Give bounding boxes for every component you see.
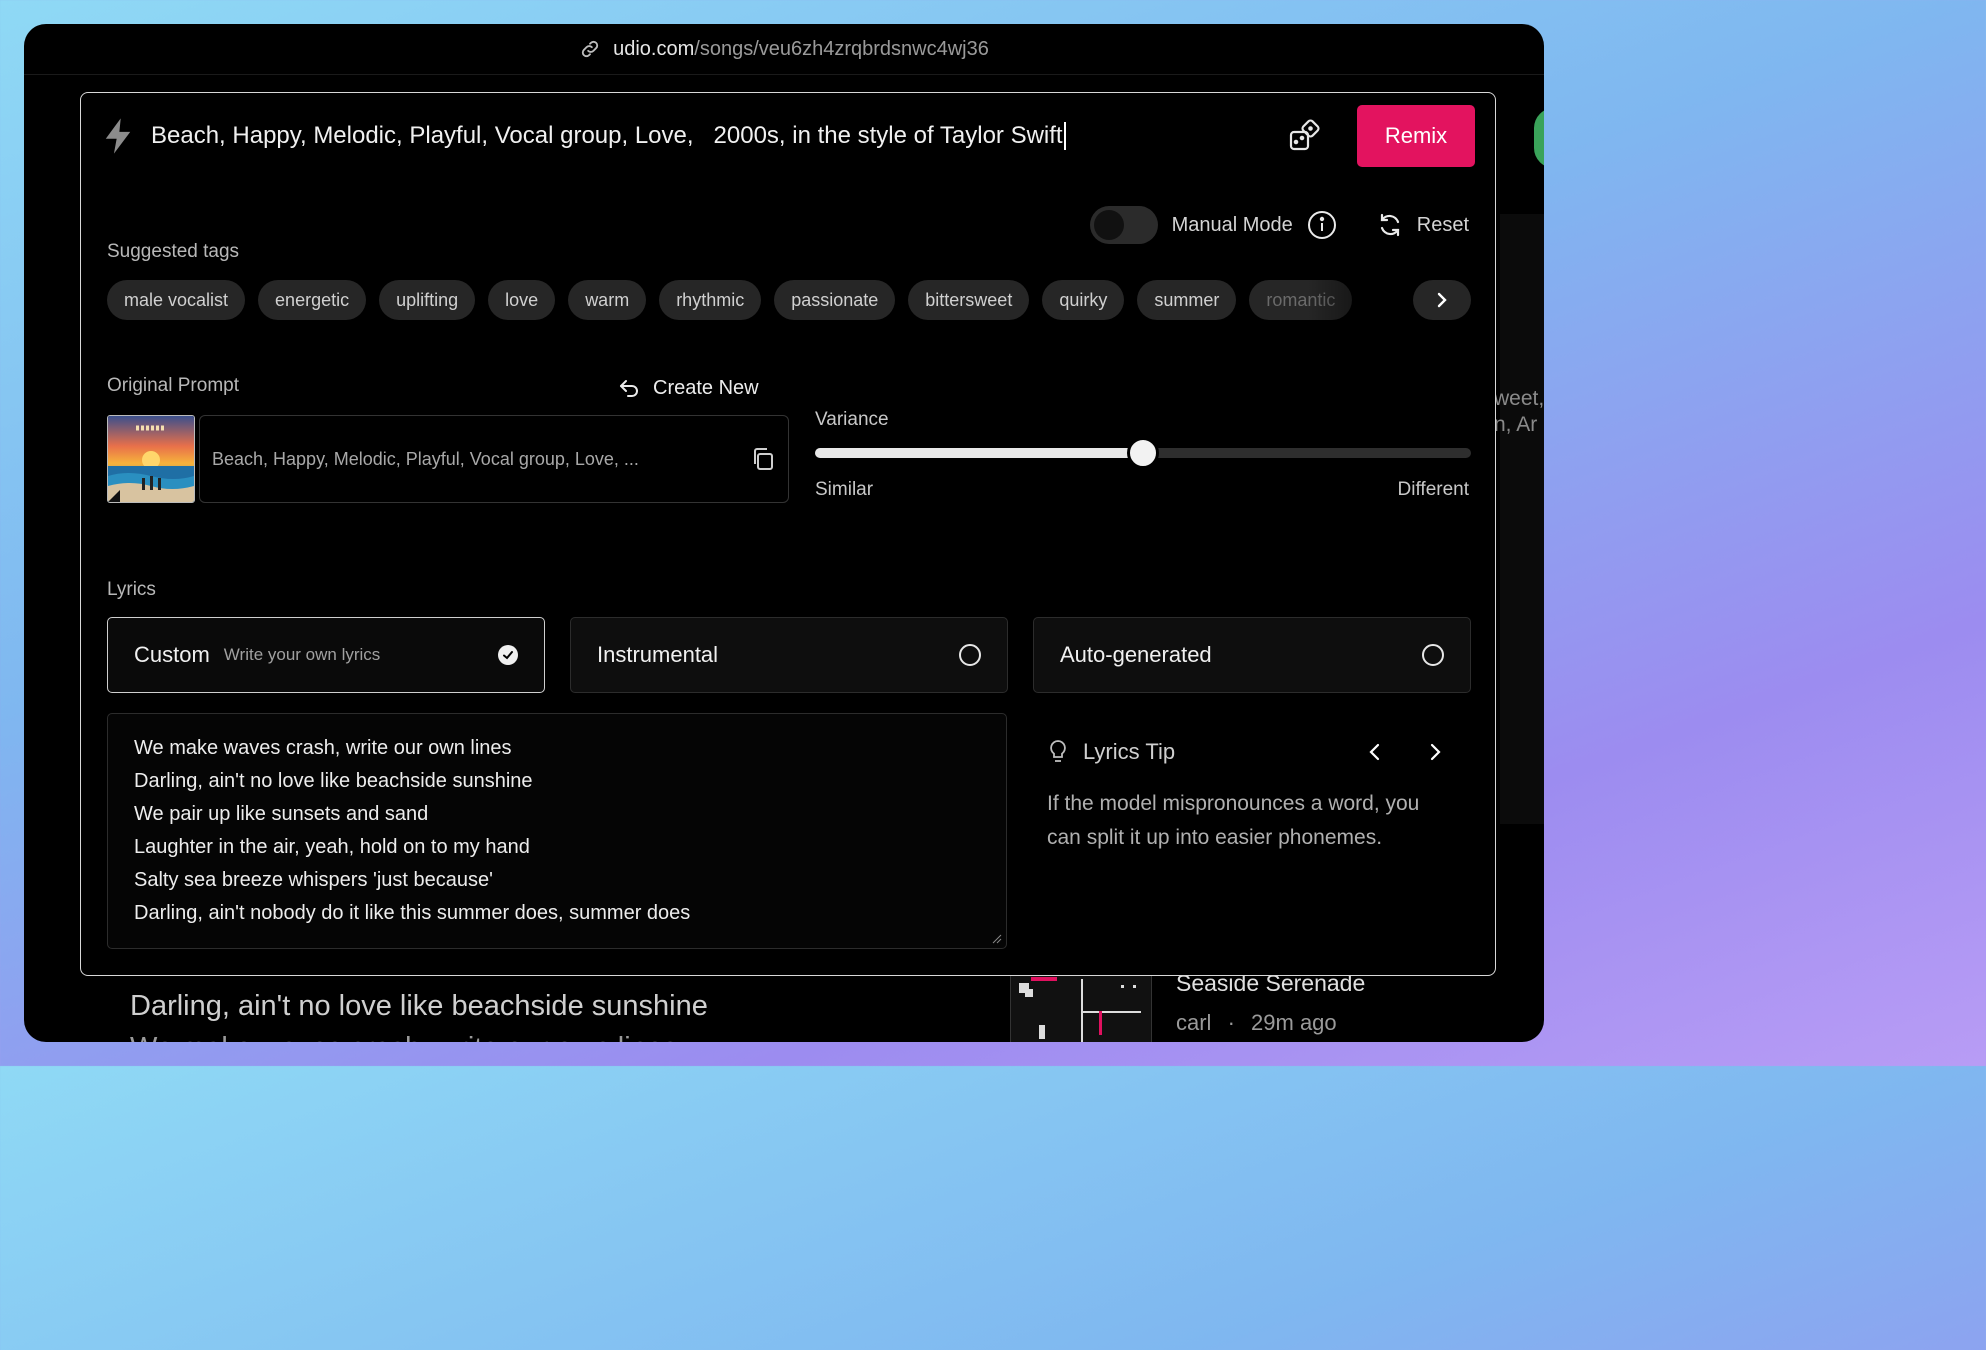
lyrics-line: Darling, ain't no love like beachside su… (134, 770, 533, 792)
suggested-tag[interactable]: rhythmic (659, 280, 762, 320)
create-new-label: Create New (653, 376, 759, 399)
lyrics-textarea[interactable]: We make waves crash, write our own lines… (107, 713, 1007, 949)
lyrics-option-title: Auto-generated (1060, 642, 1212, 667)
create-new-button[interactable]: Create New (617, 376, 759, 400)
background-lyric-line: Darling, ain't no love like beachside su… (130, 990, 708, 1022)
tags-next-button[interactable] (1413, 280, 1471, 320)
chevron-right-icon[interactable] (1423, 740, 1447, 764)
lyrics-label: Lyrics (107, 579, 156, 600)
background-song-thumbnail[interactable] (1010, 974, 1152, 1042)
lyrics-option-custom[interactable]: Custom Write your own lyrics (107, 617, 545, 693)
lightning-icon (105, 118, 131, 154)
lyrics-tip-title: Lyrics Tip (1083, 739, 1176, 764)
link-icon (581, 40, 599, 58)
suggested-tag[interactable]: male vocalist (107, 280, 246, 320)
suggested-tag[interactable]: warm (568, 280, 647, 320)
lyrics-line: We make waves crash, write our own lines (134, 737, 512, 759)
original-song-cover (107, 415, 195, 503)
url-text: udio.com/songs/veu6zh4zrqbrdsnwc4wj36 (613, 38, 989, 61)
background-song-author[interactable]: carl (1176, 1010, 1211, 1035)
suggested-tag[interactable]: passionate (774, 280, 896, 320)
suggested-tag[interactable]: uplifting (379, 280, 476, 320)
original-prompt-box: Beach, Happy, Melodic, Playful, Vocal gr… (199, 415, 789, 503)
lyrics-option-instrumental[interactable]: Instrumental (570, 617, 1008, 693)
mode-controls: Manual Mode Reset (1089, 205, 1469, 245)
variance-max-label: Different (1397, 479, 1469, 500)
variance-label: Variance (815, 409, 889, 430)
original-prompt-text: Beach, Happy, Melodic, Playful, Vocal gr… (212, 448, 639, 469)
suggested-tags-label: Suggested tags (107, 241, 240, 262)
suggested-tag[interactable]: energetic (258, 280, 367, 320)
lyrics-line: We pair up like sunsets and sand (134, 803, 429, 825)
resize-grip-icon[interactable] (992, 934, 1002, 944)
variance-slider[interactable] (815, 437, 1471, 469)
manual-mode-label: Manual Mode (1171, 213, 1293, 236)
check-circle-icon (498, 645, 518, 665)
chevron-left-icon[interactable] (1363, 740, 1387, 764)
remix-button[interactable]: Remix (1357, 105, 1475, 167)
background-song-meta: carl · 29m ago (1176, 1010, 1337, 1036)
chevron-right-icon (1437, 292, 1447, 308)
lyrics-line: Laughter in the air, yeah, hold on to my… (134, 836, 530, 858)
lyrics-tip-body: If the model mispronounces a word, you c… (1047, 792, 1420, 849)
original-prompt-label: Original Prompt (107, 375, 239, 396)
background-side-panel (1500, 214, 1544, 824)
suggested-tag[interactable]: summer (1137, 280, 1237, 320)
suggested-tag[interactable]: bittersweet (908, 280, 1030, 320)
suggested-tag[interactable]: quirky (1042, 280, 1125, 320)
manual-mode-toggle[interactable] (1089, 206, 1158, 244)
variance-slider-thumb[interactable] (1127, 437, 1159, 469)
lyrics-tip-header: Lyrics Tip (1047, 739, 1447, 765)
radio-circle-icon (959, 644, 981, 666)
dice-icon[interactable] (1287, 118, 1323, 154)
text-cursor (1063, 122, 1066, 151)
lightbulb-icon (1050, 740, 1066, 762)
prompt-row: Beach, Happy, Melodic, Playful, Vocal gr… (101, 105, 1475, 167)
lyrics-option-subtitle: Write your own lyrics (223, 645, 381, 664)
remix-modal: Beach, Happy, Melodic, Playful, Vocal gr… (80, 92, 1496, 976)
copy-icon[interactable] (750, 446, 776, 472)
browser-window: udio.com/songs/veu6zh4zrqbrdsnwc4wj36 we… (24, 24, 1544, 1042)
variance-slider-fill (815, 448, 1143, 458)
variance-min-label: Similar (815, 479, 874, 500)
meta-separator: · (1227, 1010, 1235, 1035)
lyrics-option-title: Custom (134, 642, 210, 667)
lyrics-option-title: Instrumental (597, 642, 719, 667)
prompt-input[interactable]: Beach, Happy, Melodic, Playful, Vocal gr… (151, 122, 1287, 151)
background-avatar (1534, 108, 1544, 168)
url-host: udio.com (613, 37, 695, 60)
tags-fade (1307, 280, 1417, 320)
lyrics-option-auto-generated[interactable]: Auto-generated (1033, 617, 1471, 693)
reset-icon[interactable] (1377, 212, 1403, 238)
toggle-knob (1093, 210, 1124, 240)
url-path: /songs/veu6zh4zrqbrdsnwc4wj36 (694, 37, 989, 60)
background-song-time: 29m ago (1251, 1010, 1337, 1035)
suggested-tag[interactable]: love (488, 280, 556, 320)
reset-button[interactable]: Reset (1417, 214, 1469, 237)
url-bar[interactable]: udio.com/songs/veu6zh4zrqbrdsnwc4wj36 (24, 24, 1544, 75)
background-edge-text: weet, n, Ar (1494, 387, 1544, 436)
info-icon[interactable] (1307, 210, 1337, 240)
lyrics-line: Salty sea breeze whispers 'just because' (134, 869, 493, 891)
suggested-tags-list: male vocalist energetic uplifting love warm r… (107, 280, 1471, 320)
prompt-text: Beach, Happy, Melodic, Playful, Vocal gr… (151, 121, 1063, 149)
undo-icon (620, 380, 638, 397)
background-lyric-next: We make waves crash, write our own lines (130, 1032, 677, 1042)
radio-circle-icon (1422, 644, 1444, 666)
lyrics-line: Darling, ain't nobody do it like this su… (134, 902, 691, 924)
